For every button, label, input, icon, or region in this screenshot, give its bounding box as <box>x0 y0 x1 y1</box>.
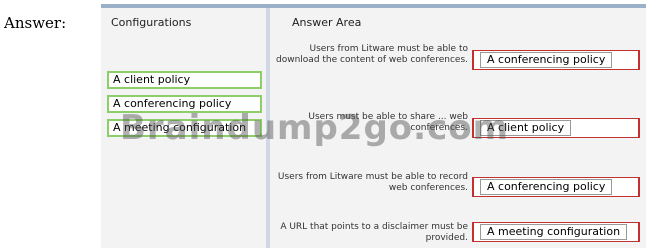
answer-area-header: Answer Area <box>292 16 362 29</box>
answer-slot-3[interactable]: A conferencing policy <box>472 177 640 197</box>
watermark-text: Braindump2go.com <box>120 108 510 148</box>
answer-label: Answer: <box>4 14 67 32</box>
question-1: Users from Litware must be able to downl… <box>276 44 468 65</box>
answer-slot-1-value[interactable]: A conferencing policy <box>480 52 613 68</box>
answer-slot-1[interactable]: A conferencing policy <box>472 50 640 70</box>
answer-slot-3-value[interactable]: A conferencing policy <box>480 179 613 195</box>
configurations-header: Configurations <box>111 16 192 29</box>
answer-slot-4-value[interactable]: A meeting configuration <box>480 224 628 240</box>
option-client-policy[interactable]: A client policy <box>107 71 262 89</box>
answer-slot-4[interactable]: A meeting configuration <box>472 222 640 242</box>
question-4: A URL that points to a disclaimer must b… <box>280 222 468 243</box>
question-3: Users from Litware must be able to recor… <box>277 172 468 193</box>
